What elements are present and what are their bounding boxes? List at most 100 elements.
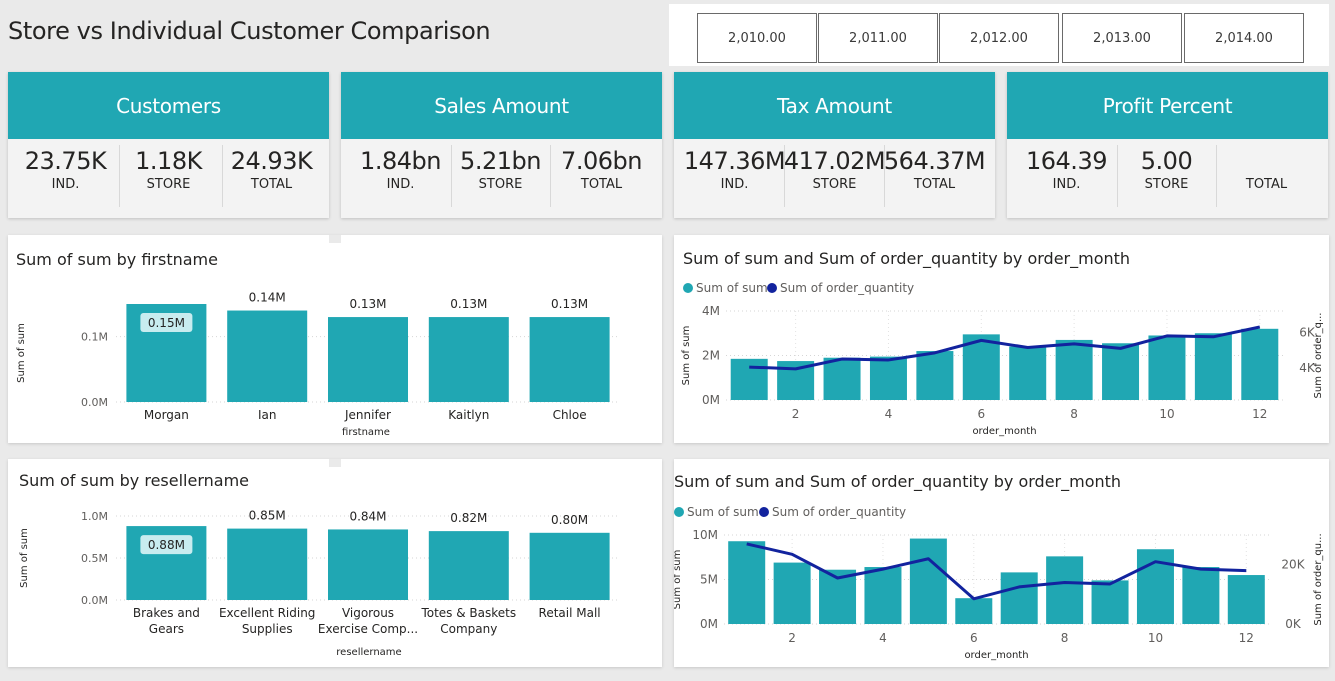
resellername-bar-chart: 0.0M 0.5M 1.0M Sum of sum 0.88M Brakes and Gea… — [19, 509, 620, 658]
sales-amount-card[interactable]: Sales Amount 1.84bn IND. 5.21bn STORE 7.06… — [341, 72, 662, 218]
legend-label: Sum of sum — [696, 281, 768, 295]
y2-tick-label: 0K — [1285, 617, 1302, 631]
data-label: 0.14M — [249, 291, 286, 305]
y-tick-label: 0.0M — [81, 396, 108, 409]
y-tick-label: 10M — [692, 528, 718, 542]
title-bar: Store vs Individual Customer Comparison — [0, 0, 668, 66]
x-tick-label: 6 — [970, 631, 978, 645]
year-slicer-button[interactable]: 2,010.00 — [697, 13, 817, 63]
x-tick-label: Morgan — [144, 408, 189, 422]
kpi-total: 564.37M TOTAL — [881, 139, 988, 218]
legend-label: Sum of sum — [687, 505, 759, 519]
bar — [1046, 556, 1084, 624]
kpi-label: IND. — [386, 177, 415, 192]
kpi-label: TOTAL — [580, 177, 623, 192]
x-axis-label: order_month — [964, 650, 1028, 661]
x-tick-label: Company — [440, 622, 497, 636]
legend-marker — [767, 283, 777, 293]
data-label: 0.84M — [349, 509, 386, 523]
firstname-bar-chart: 0.0M 0.1M Sum of sum 0.15M Morgan 0.14M Ian 0.1… — [16, 291, 620, 438]
y2-axis-label: Sum of order_q... — [1313, 313, 1324, 399]
order-month-chart-panel-2[interactable]: Sum of sum and Sum of order_quantity by … — [674, 459, 1329, 667]
bar — [529, 532, 610, 600]
bar — [1000, 572, 1038, 624]
data-label: 0.13M — [349, 297, 386, 311]
x-tick-label: 2 — [788, 631, 796, 645]
bar — [916, 351, 954, 400]
kpi-value: 7.06bn — [561, 147, 642, 175]
page-title: Store vs Individual Customer Comparison — [8, 17, 491, 45]
kpi-value: 164.39 — [1026, 147, 1107, 175]
order-month-chart-panel-1[interactable]: Sum of sum and Sum of order_quantity by … — [674, 235, 1329, 443]
x-tick-label: Excellent Riding — [219, 606, 315, 620]
tax-amount-card[interactable]: Tax Amount 147.36M IND. 417.02M STORE 564.… — [674, 72, 995, 218]
card-title: Tax Amount — [674, 72, 995, 139]
kpi-value: 24.93K — [230, 147, 313, 175]
x-tick-label: Totes & Baskets — [420, 606, 516, 620]
bar — [773, 562, 811, 624]
bar — [869, 356, 907, 400]
y2-axis-label: Sum of order_qu... — [1313, 533, 1324, 625]
year-slicer-button[interactable]: 2,013.00 — [1062, 13, 1182, 63]
legend-label: Sum of order_quantity — [780, 281, 914, 295]
customers-card[interactable]: Customers 23.75K IND. 1.18K STORE 24.93K TO… — [8, 72, 329, 218]
bar — [428, 317, 509, 402]
bar — [730, 358, 768, 400]
x-tick-label: 4 — [885, 407, 893, 421]
y-tick-label: 0.0M — [81, 594, 108, 607]
kpi-value: 564.37M — [883, 147, 986, 175]
bar — [1241, 328, 1279, 400]
card-title: Sales Amount — [341, 72, 662, 139]
data-label: 0.85M — [249, 509, 286, 523]
order-month-combo-chart: Sum of sum Sum of order_quantity0M2M4M4K6… — [681, 281, 1324, 437]
y-axis-label: Sum of sum — [681, 326, 692, 386]
bar — [1182, 567, 1220, 624]
bar — [955, 598, 993, 624]
bar — [1194, 333, 1232, 400]
x-tick-label: Ian — [258, 408, 277, 422]
year-slicer-button[interactable]: 2,011.00 — [818, 13, 938, 63]
x-tick-label: 4 — [879, 631, 887, 645]
x-tick-label: 12 — [1239, 631, 1254, 645]
year-slicer-button[interactable]: 2,012.00 — [939, 13, 1059, 63]
panel-gap — [329, 459, 341, 467]
kpi-store: 5.21bn STORE — [447, 139, 554, 218]
kpi-value: 5.00 — [1140, 147, 1193, 175]
x-tick-label: Gears — [149, 622, 184, 636]
kpi-label: IND. — [1052, 177, 1081, 192]
x-tick-label: 10 — [1159, 407, 1174, 421]
y-tick-label: 0.1M — [81, 331, 108, 344]
bar — [227, 310, 308, 402]
bar — [1009, 346, 1047, 400]
card-title: Customers — [8, 72, 329, 139]
data-label: 0.13M — [551, 297, 588, 311]
kpi-total: 24.93K TOTAL — [218, 139, 325, 218]
kpi-label: STORE — [1144, 177, 1189, 192]
profit-percent-card[interactable]: Profit Percent 164.39 IND. 5.00 STORE TOTA… — [1007, 72, 1328, 218]
bar — [529, 317, 610, 402]
bar — [1102, 343, 1140, 400]
kpi-label: TOTAL — [1245, 177, 1288, 192]
bar — [823, 357, 861, 400]
kpi-total: TOTAL — [1213, 139, 1320, 218]
x-tick-label: Jennifer — [344, 408, 391, 422]
kpi-individual: 1.84bn IND. — [347, 139, 454, 218]
x-tick-label: 10 — [1148, 631, 1163, 645]
kpi-label: STORE — [812, 177, 857, 192]
x-tick-label: 6 — [977, 407, 985, 421]
x-axis-label: firstname — [342, 427, 390, 438]
x-tick-label: Chloe — [553, 408, 587, 422]
x-tick-label: 12 — [1252, 407, 1267, 421]
y-axis-label: Sum of sum — [674, 550, 683, 610]
kpi-store: 5.00 STORE — [1113, 139, 1220, 218]
bar — [328, 529, 408, 600]
firstname-chart-panel[interactable]: Sum of sum by firstname 0.0M 0.1M Sum of s… — [8, 235, 662, 443]
bar — [1148, 335, 1186, 400]
kpi-store: 417.02M STORE — [781, 139, 888, 218]
y-tick-label: 0M — [702, 393, 720, 407]
x-tick-label: Brakes and — [133, 606, 200, 620]
year-slicer-button[interactable]: 2,014.00 — [1184, 13, 1304, 63]
y-tick-label: 0.5M — [81, 552, 108, 565]
x-tick-label: Exercise Comp... — [318, 622, 418, 636]
resellername-chart-panel[interactable]: Sum of sum by resellername 0.0M 0.5M 1.0M S… — [8, 459, 662, 667]
